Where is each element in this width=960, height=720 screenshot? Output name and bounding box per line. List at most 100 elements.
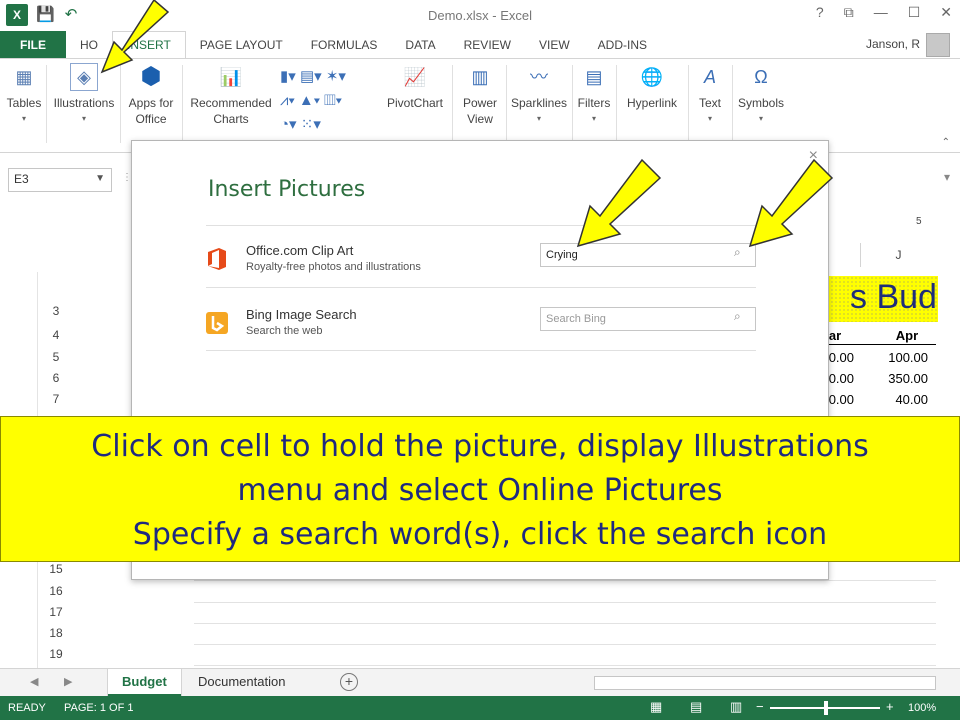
user-name[interactable]: Janson, R	[866, 37, 920, 51]
avatar[interactable]	[926, 33, 950, 57]
ribbon-separator	[732, 65, 733, 143]
page-break-view-icon[interactable]: ▥	[730, 699, 742, 715]
minimize-icon[interactable]: —	[874, 4, 888, 21]
zoom-slider-handle[interactable]	[824, 701, 828, 715]
search-icon[interactable]: ⌕	[734, 245, 741, 260]
row-header[interactable]: 19	[38, 647, 74, 661]
close-icon[interactable]: ✕	[940, 4, 952, 21]
name-box[interactable]: E3 ▼	[8, 168, 112, 192]
row-header[interactable]: 17	[38, 605, 74, 619]
expand-formula-bar-icon[interactable]: ▾	[944, 170, 950, 184]
row-header[interactable]: 3	[38, 304, 74, 318]
status-mode: READY	[8, 702, 46, 714]
pie-chart-icon[interactable]: ◔▾ ⁙▾	[280, 113, 376, 137]
tab-review[interactable]: REVIEW	[450, 31, 525, 58]
globe-link-icon: 🌐	[640, 67, 664, 87]
row-header[interactable]: 7	[38, 392, 74, 406]
instruction-callout: Click on cell to hold the picture, displ…	[0, 416, 960, 562]
text-button[interactable]: A Text ▾	[692, 63, 728, 127]
sheet-tab-documentation[interactable]: Documentation	[184, 669, 299, 696]
bing-search-input[interactable]	[540, 307, 756, 331]
maximize-icon[interactable]: ☐	[908, 4, 921, 21]
text-box-icon: A	[703, 67, 716, 87]
row-header[interactable]: 15	[38, 562, 74, 576]
zoom-level[interactable]: 100%	[908, 702, 936, 714]
search-icon[interactable]: ⌕	[734, 309, 741, 324]
sparklines-label: Sparklines	[510, 96, 568, 110]
page-indicator: PAGE: 1 OF 1	[64, 702, 134, 714]
sheet-tabs-bar: ◀ ▶ Budget Documentation +	[0, 668, 960, 696]
tab-data[interactable]: DATA	[391, 31, 449, 58]
hyperlink-button[interactable]: 🌐 Hyperlink	[620, 63, 684, 111]
power-label-line1: Power	[462, 96, 497, 110]
row-header[interactable]: 6	[38, 371, 74, 385]
row-header[interactable]: 16	[38, 584, 74, 598]
scroll-tabs-left-icon[interactable]: ◀	[30, 675, 38, 688]
zoom-out-icon[interactable]: −	[756, 699, 764, 714]
text-label: Text	[698, 96, 721, 110]
pointer-arrow-search-icon	[748, 158, 834, 248]
illustrations-label: Illustrations	[53, 96, 115, 110]
tab-view[interactable]: VIEW	[525, 31, 584, 58]
apps-label-line2: Office	[135, 112, 167, 126]
apps-label-line1: Apps for	[128, 96, 174, 110]
budget-title-text: s Budg	[850, 278, 938, 316]
dialog-title: Insert Pictures	[208, 177, 366, 202]
power-view-button[interactable]: ▥ Power View	[456, 63, 504, 127]
chart-type-gallery[interactable]: ▮▾ ▤▾ ✶▾ ⩘▾ ▲▾ ▥▾ ◔▾ ⁙▾	[280, 65, 376, 137]
recommended-charts-icon: 📊	[219, 67, 243, 87]
chevron-down-icon[interactable]: ▼	[95, 173, 105, 184]
sheet-tab-budget[interactable]: Budget	[108, 669, 181, 696]
collapse-ribbon-icon[interactable]: ⌃	[942, 137, 950, 148]
line-chart-icon[interactable]: ⩘▾ ▲▾ ▥▾	[280, 89, 376, 113]
value-cell[interactable]: 40.00	[870, 392, 928, 407]
month-header[interactable]: Apr	[880, 328, 934, 343]
value-cell[interactable]: 100.00	[870, 350, 928, 365]
tab-add-ins[interactable]: ADD-INS	[584, 31, 661, 58]
row-header[interactable]: 4	[38, 328, 74, 342]
budget-title-cell[interactable]: s Budg	[826, 276, 938, 322]
filters-button[interactable]: ▤ Filters ▾	[574, 63, 614, 127]
scroll-tabs-right-icon[interactable]: ▶	[64, 675, 72, 688]
ribbon-separator	[572, 65, 573, 143]
column-chart-icon[interactable]: ▮▾ ▤▾ ✶▾	[280, 65, 376, 89]
normal-view-icon[interactable]: ▦	[650, 699, 662, 715]
source-name: Office.com Clip Art	[246, 243, 354, 258]
hyperlink-label: Hyperlink	[626, 96, 677, 110]
add-sheet-icon[interactable]: +	[340, 673, 358, 691]
callout-line-2: menu and select Online Pictures	[237, 473, 723, 508]
chevron-down-icon: ▾	[536, 114, 541, 123]
horizontal-scrollbar[interactable]	[594, 676, 936, 690]
source-name: Bing Image Search	[246, 307, 357, 322]
ribbon-separator	[452, 65, 453, 143]
help-icon[interactable]: ?	[816, 4, 824, 21]
sparklines-button[interactable]: 〰 Sparklines ▾	[508, 63, 570, 127]
status-bar: READY PAGE: 1 OF 1 ▦ ▤ ▥ − + 100%	[0, 696, 960, 720]
ruler-mark: 5	[916, 216, 922, 227]
column-header-j[interactable]: J	[860, 243, 936, 267]
recommended-charts-button[interactable]: 📊 Recommended Charts	[186, 63, 276, 127]
tables-button[interactable]: ▦ Tables ▾	[4, 63, 44, 127]
ribbon-separator	[182, 65, 183, 143]
row-header[interactable]: 18	[38, 626, 74, 640]
chevron-down-icon: ▾	[707, 114, 712, 123]
tab-formulas[interactable]: FORMULAS	[297, 31, 392, 58]
header-underline	[826, 344, 936, 345]
tab-page-layout[interactable]: PAGE LAYOUT	[186, 31, 297, 58]
pivotchart-label: PivotChart	[386, 96, 444, 110]
value-cell[interactable]: 350.00	[870, 371, 928, 386]
symbols-label: Symbols	[737, 96, 784, 110]
recommended-label-line1: Recommended	[190, 96, 272, 110]
ribbon-separator	[688, 65, 689, 143]
pivotchart-button[interactable]: 📈 PivotChart	[382, 63, 448, 111]
tab-file[interactable]: FILE	[0, 31, 66, 58]
symbols-button[interactable]: Ω Symbols ▾	[734, 63, 788, 127]
row-header[interactable]: 5	[38, 350, 74, 364]
page-layout-view-icon[interactable]: ▤	[690, 699, 702, 715]
filters-label: Filters	[577, 96, 611, 110]
zoom-in-icon[interactable]: +	[886, 699, 894, 714]
callout-line-1: Click on cell to hold the picture, displ…	[91, 429, 869, 464]
grid-line	[194, 602, 936, 603]
divider	[206, 350, 756, 351]
ribbon-display-icon[interactable]: ⧉	[844, 4, 854, 21]
